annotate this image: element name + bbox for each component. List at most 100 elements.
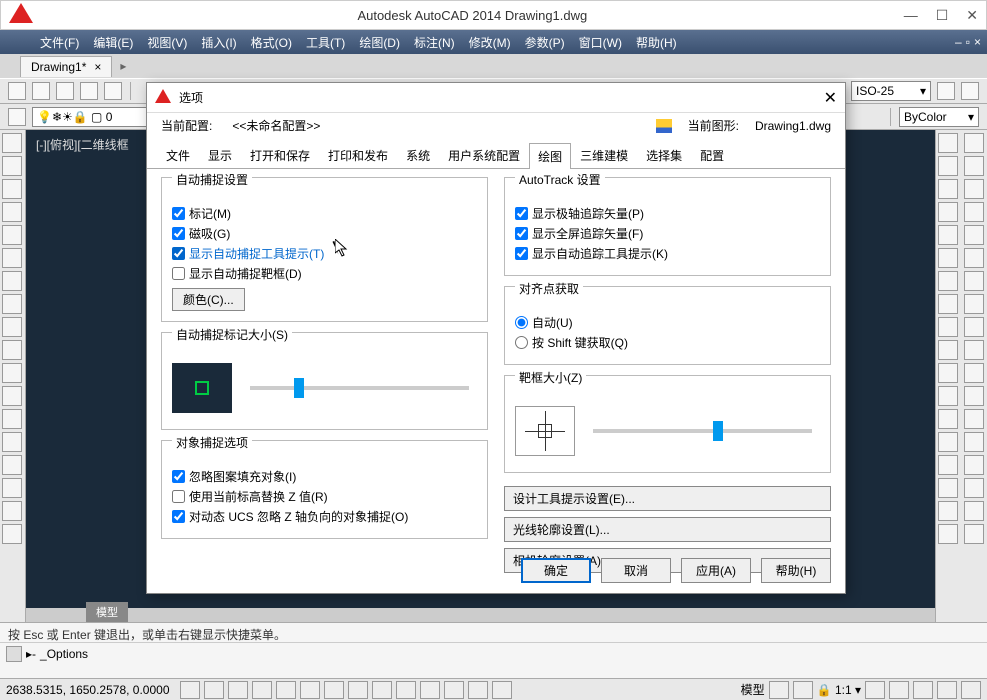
status-toggle[interactable]: [444, 681, 464, 699]
modify-tool-icon[interactable]: [938, 179, 958, 199]
aperture-size-slider[interactable]: [593, 429, 812, 433]
menu-insert[interactable]: 插入(I): [201, 34, 236, 51]
layer-icon[interactable]: [8, 108, 26, 126]
point-tool-icon[interactable]: [2, 294, 22, 314]
modify-tool-icon[interactable]: [938, 409, 958, 429]
status-toggle[interactable]: [913, 681, 933, 699]
menu-params[interactable]: 参数(P): [525, 34, 565, 51]
status-toggle[interactable]: [252, 681, 272, 699]
modify2-tool-icon[interactable]: [964, 340, 984, 360]
menu-tools[interactable]: 工具(T): [306, 34, 345, 51]
design-tooltip-button[interactable]: 设计工具提示设置(E)...: [504, 486, 831, 511]
extra-tool-icon[interactable]: [2, 478, 22, 498]
layer-dropdown[interactable]: 💡❄☀🔒 ▢ 0: [32, 107, 162, 127]
modify2-tool-icon[interactable]: [964, 524, 984, 544]
status-toggle[interactable]: [180, 681, 200, 699]
replace-z-checkbox[interactable]: 使用当前标高替换 Z 值(R): [172, 488, 477, 505]
status-scale[interactable]: 🔒 1:1 ▾: [817, 683, 861, 697]
colors-button[interactable]: 颜色(C)...: [172, 288, 245, 311]
modify-tool-icon[interactable]: [938, 225, 958, 245]
modify2-tool-icon[interactable]: [964, 225, 984, 245]
status-toggle[interactable]: [937, 681, 957, 699]
modify-tool-icon[interactable]: [938, 501, 958, 521]
modify2-tool-icon[interactable]: [964, 179, 984, 199]
modify2-tool-icon[interactable]: [964, 478, 984, 498]
modify-tool-icon[interactable]: [938, 271, 958, 291]
status-toggle[interactable]: [961, 681, 981, 699]
menu-dimension[interactable]: 标注(N): [414, 34, 455, 51]
modify2-tool-icon[interactable]: [964, 455, 984, 475]
close-button[interactable]: ✕: [966, 7, 978, 24]
menu-view[interactable]: 视图(V): [147, 34, 187, 51]
tab-display[interactable]: 显示: [199, 142, 241, 168]
modify2-tool-icon[interactable]: [964, 409, 984, 429]
hatch-tool-icon[interactable]: [2, 271, 22, 291]
command-line[interactable]: ▸- _Options: [0, 643, 987, 665]
horizontal-scrollbar[interactable]: [26, 608, 935, 622]
modify2-tool-icon[interactable]: [964, 271, 984, 291]
modify-tool-icon[interactable]: [938, 156, 958, 176]
ellipse-tool-icon[interactable]: [2, 248, 22, 268]
modify-tool-icon[interactable]: [938, 524, 958, 544]
spline-tool-icon[interactable]: [2, 317, 22, 337]
block-tool-icon[interactable]: [2, 432, 22, 452]
extra-tool-icon[interactable]: [2, 524, 22, 544]
status-toggle[interactable]: [324, 681, 344, 699]
circle-tool-icon[interactable]: [2, 179, 22, 199]
dim-style-dropdown[interactable]: ISO-25▾: [851, 81, 931, 101]
modify-tool-icon[interactable]: [938, 340, 958, 360]
new-icon[interactable]: [8, 82, 26, 100]
status-toggle[interactable]: [396, 681, 416, 699]
modify2-tool-icon[interactable]: [964, 363, 984, 383]
insert-tool-icon[interactable]: [2, 455, 22, 475]
polyline-tool-icon[interactable]: [2, 156, 22, 176]
open-icon[interactable]: [32, 82, 50, 100]
tooltip-checkbox[interactable]: 显示自动捕捉工具提示(T): [172, 245, 477, 262]
modify2-tool-icon[interactable]: [964, 386, 984, 406]
ignore-z-ucs-checkbox[interactable]: 对动态 UCS 忽略 Z 轴负向的对象捕捉(O): [172, 508, 477, 525]
text-tool-icon[interactable]: [2, 386, 22, 406]
mtext-tool-icon[interactable]: [2, 409, 22, 429]
light-glyph-button[interactable]: 光线轮廓设置(L)...: [504, 517, 831, 542]
rect-tool-icon[interactable]: [2, 225, 22, 245]
status-toggle[interactable]: [300, 681, 320, 699]
undo-icon[interactable]: [104, 82, 122, 100]
autotrack-tooltip-checkbox[interactable]: 显示自动追踪工具提示(K): [515, 245, 820, 262]
marker-checkbox[interactable]: 标记(M): [172, 205, 477, 222]
status-toggle[interactable]: [372, 681, 392, 699]
apply-button[interactable]: 应用(A): [681, 558, 751, 583]
status-toggle[interactable]: [420, 681, 440, 699]
aperture-checkbox[interactable]: 显示自动捕捉靶框(D): [172, 265, 477, 282]
document-tab[interactable]: Drawing1* ×: [20, 56, 112, 77]
magnet-checkbox[interactable]: 磁吸(G): [172, 225, 477, 242]
menu-modify[interactable]: 修改(M): [469, 34, 511, 51]
menu-draw[interactable]: 绘图(D): [359, 34, 400, 51]
modify-tool-icon[interactable]: [938, 317, 958, 337]
modify2-tool-icon[interactable]: [964, 156, 984, 176]
modify-tool-icon[interactable]: [938, 478, 958, 498]
modify2-tool-icon[interactable]: [964, 501, 984, 521]
extra-tool-icon[interactable]: [2, 501, 22, 521]
status-toggle[interactable]: [865, 681, 885, 699]
ignore-hatch-checkbox[interactable]: 忽略图案填充对象(I): [172, 468, 477, 485]
menu-file[interactable]: 文件(F): [40, 34, 79, 51]
modify-tool-icon[interactable]: [938, 455, 958, 475]
region-tool-icon[interactable]: [2, 340, 22, 360]
status-toggle[interactable]: [889, 681, 909, 699]
modify-tool-icon[interactable]: [938, 432, 958, 452]
fullscreen-track-checkbox[interactable]: 显示全屏追踪矢量(F): [515, 225, 820, 242]
status-toggle[interactable]: [228, 681, 248, 699]
modify-tool-icon[interactable]: [938, 386, 958, 406]
maximize-button[interactable]: ☐: [936, 7, 949, 24]
doc-minimize-icon[interactable]: –: [955, 35, 962, 49]
marker-size-slider[interactable]: [250, 386, 469, 390]
cancel-button[interactable]: 取消: [601, 558, 671, 583]
command-input[interactable]: _Options: [40, 647, 88, 661]
tool-icon[interactable]: [937, 82, 955, 100]
modify-tool-icon[interactable]: [938, 133, 958, 153]
modify2-tool-icon[interactable]: [964, 202, 984, 222]
line-tool-icon[interactable]: [2, 133, 22, 153]
tab-profiles[interactable]: 配置: [691, 142, 733, 168]
modify2-tool-icon[interactable]: [964, 133, 984, 153]
new-tab-button[interactable]: ▸: [120, 59, 126, 73]
